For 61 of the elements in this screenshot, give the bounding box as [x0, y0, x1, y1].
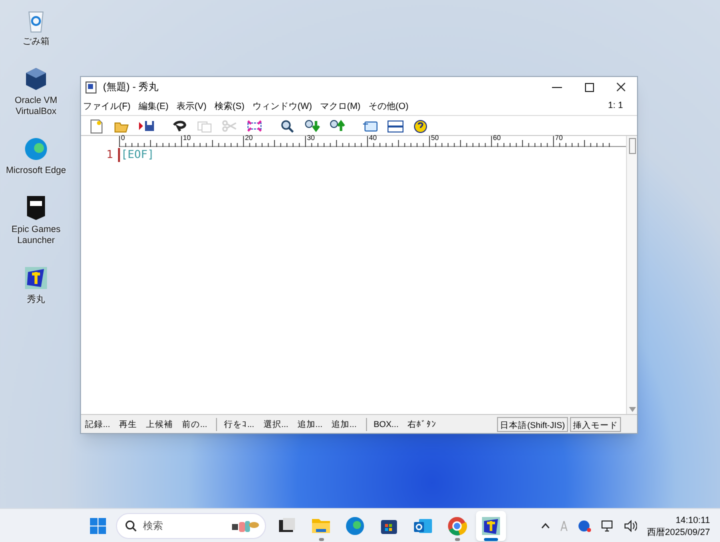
- eof-marker: [EOF]: [121, 148, 154, 162]
- running-indicator: [484, 538, 498, 541]
- paste-icon: [246, 118, 262, 134]
- speaker-icon[interactable]: [624, 520, 637, 532]
- desktop-shortcut[interactable]: Epic Games Launcher: [0, 194, 72, 246]
- app-icon: [480, 515, 502, 537]
- window-title: (無題) - 秀丸: [103, 80, 160, 94]
- status-function-button[interactable]: 追加...: [331, 418, 357, 430]
- scroll-down-icon: [628, 407, 636, 412]
- cut-icon: [220, 118, 238, 134]
- app-icon: [22, 264, 50, 292]
- desktop-shortcut[interactable]: Oracle VM VirtualBox: [0, 65, 72, 117]
- help-icon: [412, 118, 428, 134]
- taskbar-app-button[interactable]: [476, 511, 506, 541]
- search-highlight-drawing: [231, 518, 259, 534]
- line-number: 1: [105, 148, 113, 162]
- close-icon: [616, 82, 626, 92]
- chevron-up-icon[interactable]: [540, 522, 550, 528]
- search-input[interactable]: 検索: [143, 518, 223, 534]
- shortcut-label: 秀丸: [27, 294, 45, 305]
- menu-item[interactable]: その他(O): [368, 100, 408, 112]
- status-function-button[interactable]: 上候補: [146, 418, 174, 430]
- network-icon[interactable]: [600, 520, 614, 532]
- status-function-button[interactable]: 前の...: [182, 418, 208, 430]
- desktop-shortcut[interactable]: 秀丸: [0, 264, 72, 305]
- status-function-button[interactable]: 選択...: [263, 418, 288, 430]
- search-icon: [125, 520, 137, 532]
- menu-item[interactable]: ウィンドウ(W): [252, 100, 312, 112]
- input-mode-indicator: 挿入モード: [570, 416, 621, 432]
- status-function-button[interactable]: 追加...: [297, 418, 322, 430]
- status-function-button[interactable]: 行をｺ...: [224, 418, 254, 430]
- menu-item[interactable]: マクロ(M): [320, 100, 360, 112]
- desktop-shortcut[interactable]: Microsoft Edge: [0, 135, 72, 176]
- find-icon: [278, 118, 296, 134]
- status-function-button[interactable]: 右ﾎﾞﾀﾝ: [408, 418, 437, 430]
- app-icon: [446, 515, 468, 537]
- cursor-position: 1: 1: [608, 99, 623, 112]
- document-icon: [85, 80, 97, 94]
- find-prev-icon: [328, 118, 346, 134]
- status-function-button[interactable]: BOX...: [374, 418, 399, 430]
- app-icon: [344, 515, 366, 537]
- shortcut-label: Epic Games Launcher: [10, 224, 62, 246]
- menu-item[interactable]: ファイル(F): [83, 100, 130, 112]
- encoding-indicator: 日本語(Shift-JIS): [497, 416, 568, 432]
- menu-item[interactable]: 検索(S): [214, 100, 244, 112]
- menu-item[interactable]: 編集(E): [138, 100, 168, 112]
- windows-logo-icon: [90, 518, 106, 534]
- app-icon: [22, 135, 50, 163]
- running-indicator: [454, 538, 460, 541]
- shortcut-label: Oracle VM VirtualBox: [14, 95, 58, 117]
- clock[interactable]: 14:10:11 西暦2025/09/27: [646, 514, 710, 538]
- shortcut-label: Microsoft Edge: [6, 165, 66, 176]
- search-field[interactable]: 検索: [116, 513, 266, 539]
- find-next-icon: [304, 118, 320, 134]
- shortcut-label: ごみ箱: [22, 36, 50, 47]
- status-function-button[interactable]: 記録...: [85, 418, 110, 430]
- status-function-button[interactable]: 再生: [119, 418, 138, 430]
- vertical-scrollbar[interactable]: [626, 136, 637, 414]
- menu-item[interactable]: 表示(V): [176, 100, 206, 112]
- desktop-shortcut[interactable]: ごみ箱: [0, 6, 72, 47]
- running-indicator: [318, 538, 324, 541]
